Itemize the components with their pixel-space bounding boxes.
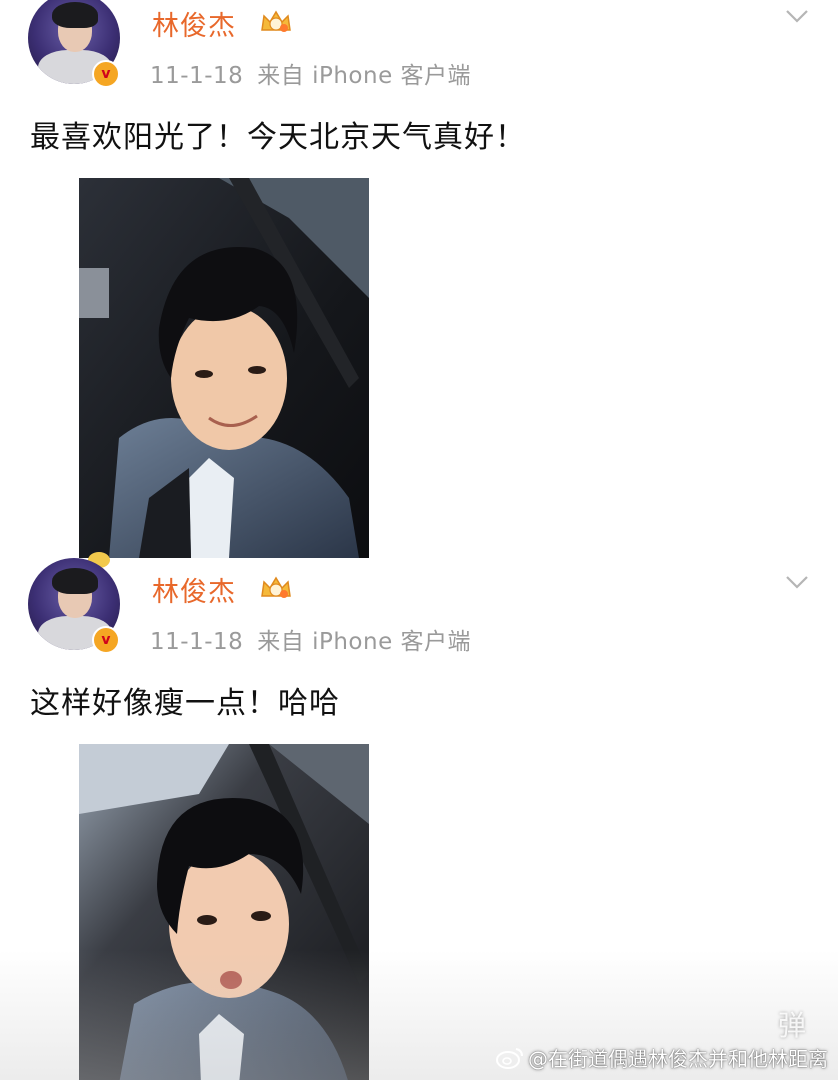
post-text: 最喜欢阳光了！今天北京天气真好！ [30, 120, 526, 155]
verified-badge-icon: v [92, 626, 120, 654]
post-meta: 11-1-18 来自 iPhone 客户端 [150, 622, 471, 656]
username[interactable]: 林俊杰 [152, 4, 236, 43]
danmaku-button[interactable]: 弹 [778, 1004, 806, 1044]
weibo-feed: v 林俊杰 11-1-18 来自 iPhone 客户端 最喜欢阳光了！今天北京天气… [0, 0, 838, 1080]
avatar-hair [52, 568, 98, 594]
post: v 林俊杰 11-1-18 来自 iPhone 客户端 最喜欢阳光了！今天北京天气… [0, 0, 838, 562]
chevron-down-icon[interactable] [784, 6, 810, 26]
post-timestamp: 11-1-18 [150, 63, 244, 89]
post-photo[interactable] [79, 178, 369, 558]
chevron-down-icon[interactable] [784, 572, 810, 592]
post-source: 来自 iPhone 客户端 [257, 629, 472, 655]
verified-badge-icon: v [92, 60, 120, 88]
post-photo[interactable] [79, 744, 369, 1080]
watermark-text: @在街道偶遇林俊杰并和他林距离 [528, 1047, 828, 1071]
post-source: 来自 iPhone 客户端 [257, 63, 472, 89]
post-timestamp: 11-1-18 [150, 629, 244, 655]
watermark: @在街道偶遇林俊杰并和他林距离 [496, 1043, 828, 1072]
vip-crown-icon [261, 10, 291, 32]
post-text: 这样好像瘦一点！哈哈 [30, 686, 340, 721]
vip-crown-icon [261, 576, 291, 598]
post-meta: 11-1-18 来自 iPhone 客户端 [150, 56, 471, 90]
selfie-photo-icon [79, 744, 369, 1080]
avatar-hair [52, 2, 98, 28]
post: v 林俊杰 11-1-18 来自 iPhone 客户端 这样好像瘦一点！哈哈 [0, 552, 838, 1080]
selfie-photo-icon [79, 178, 369, 558]
weibo-icon [496, 1047, 523, 1069]
username[interactable]: 林俊杰 [152, 570, 236, 609]
